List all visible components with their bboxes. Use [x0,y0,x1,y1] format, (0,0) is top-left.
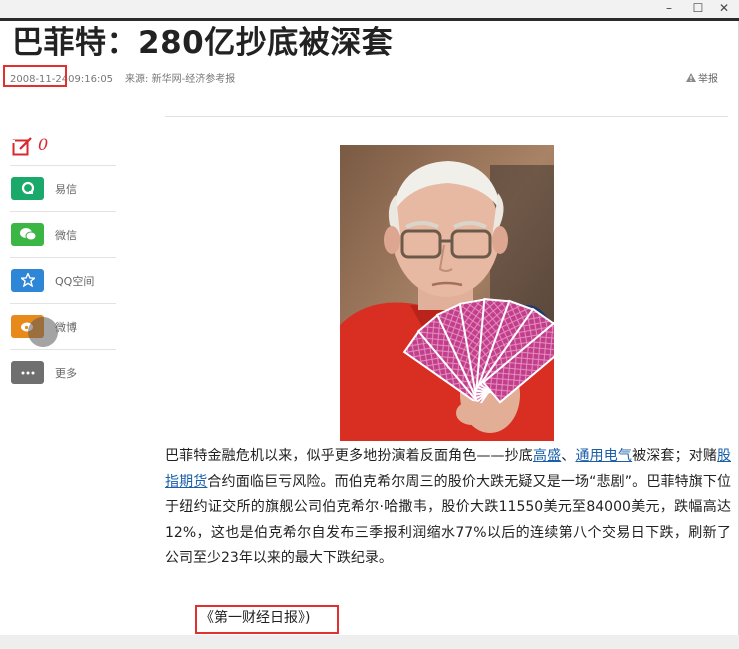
date-highlight-box [3,65,67,87]
minimize-button[interactable]: – [655,0,683,18]
body-text-3: 被深套；对赌 [632,448,718,464]
share-qzone-label: QQ空间 [55,275,95,288]
share-yixin[interactable]: 易信 [10,166,116,212]
content-separator [165,116,728,117]
share-wechat-label: 微信 [55,229,77,242]
more-dots-icon [11,361,44,384]
article-body: 巴菲特金融危机以来，似乎更多地扮演着反面角色——抄底高盛、通用电气被深套；对赌股… [165,444,731,572]
report-link[interactable]: 举报 [686,70,718,85]
close-button[interactable]: ✕ [710,0,738,18]
yixin-icon [11,177,44,200]
report-label: 举报 [698,74,718,85]
share-more[interactable]: 更多 [10,350,116,395]
share-more-label: 更多 [55,367,77,380]
body-text-1: 巴菲特金融危机以来，似乎更多地扮演着反面角色——抄底 [165,448,533,464]
maximize-button[interactable]: ☐ [684,0,712,18]
share-wechat[interactable]: 微信 [10,212,116,258]
share-count-row[interactable]: 0 [10,134,116,166]
share-yixin-label: 易信 [55,183,77,196]
wechat-icon [11,223,44,246]
source-highlight-box [195,605,339,634]
article-time: 09:16:05 [68,74,114,85]
body-text-4: 合约面临巨亏风险。而伯克希尔周三的股价大跌无疑又是一场“悲剧”。巴菲特旗下位于纽… [165,473,731,567]
article-title: 巴菲特：280亿抄底被深套 [12,25,394,61]
share-panel: 0 易信 微信 QQ空间 微博 更多 [10,134,116,395]
body-text-2: 、 [561,448,576,464]
share-weibo[interactable]: 微博 [10,304,116,350]
titlebar-divider [0,18,739,21]
edit-comment-icon [12,136,34,162]
cursor-overlay [28,317,58,347]
link-ge[interactable]: 通用电气 [575,448,632,464]
bottom-scroll-area [0,635,739,649]
share-count: 0 [38,135,49,154]
link-goldman[interactable]: 高盛 [533,448,561,464]
window-titlebar: – ☐ ✕ [0,0,739,18]
share-weibo-label: 微博 [55,321,77,334]
warning-icon [686,73,696,85]
article-source: 来源: 新华网-经济参考报 [125,74,236,85]
qzone-star-icon [11,269,44,292]
article-photo [340,145,554,441]
share-qzone[interactable]: QQ空间 [10,258,116,304]
